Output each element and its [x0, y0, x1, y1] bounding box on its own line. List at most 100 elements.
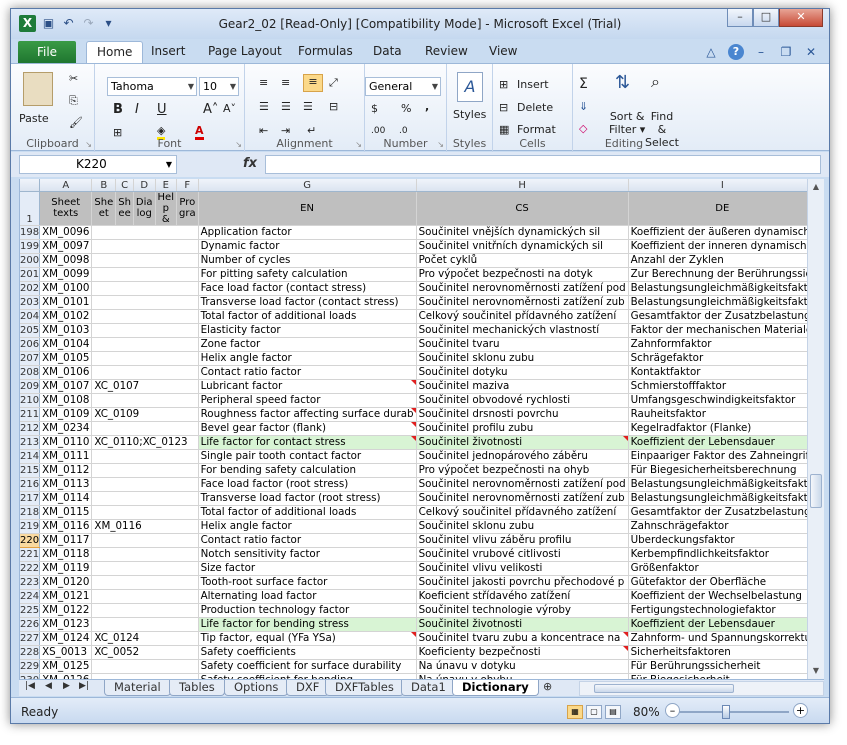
cell-en[interactable]: Helix angle factor	[198, 519, 417, 534]
cell-de[interactable]: Belastungsungleichmäßigkeitsfakto	[628, 491, 807, 506]
comment-indicator-icon[interactable]	[622, 645, 628, 651]
cell-cs[interactable]: Součinitel vrubové citlivosti	[416, 547, 629, 562]
sheet-tab-material[interactable]: Material	[104, 680, 171, 696]
cell-de[interactable]: Koeffizient der inneren dynamische	[628, 239, 807, 254]
cell-cs[interactable]: Součinitel životnosti	[416, 617, 629, 632]
cell-cs[interactable]: Součinitel mechanických vlastností	[416, 323, 629, 338]
cell-en[interactable]: Transverse load factor (root stress)	[198, 491, 417, 506]
tab-data[interactable]: Data	[373, 44, 402, 58]
cell-sheet-ref[interactable]	[91, 253, 199, 268]
cell-de[interactable]: Für Biegesicherheitsberechnung	[628, 463, 807, 478]
cell-sheet-ref[interactable]	[91, 323, 199, 338]
row-header[interactable]: 225	[20, 603, 41, 618]
tab-home[interactable]: Home	[86, 41, 144, 64]
align-bottom-icon[interactable]: ≡	[303, 74, 323, 92]
cell-cs[interactable]: Součinitel vnitřních dynamických sil	[416, 239, 629, 254]
zoom-slider-knob[interactable]	[722, 705, 730, 719]
autosum-icon[interactable]: Σ	[579, 76, 588, 92]
comment-indicator-icon[interactable]	[410, 631, 416, 637]
cell-cs[interactable]: Součinitel sklonu zubu	[416, 351, 629, 366]
cell-sheet-text-id[interactable]: XM_0110	[39, 435, 93, 450]
cell-cs[interactable]: Celkový součinitel přídavného zatížení	[416, 505, 629, 520]
cell-de[interactable]: Umfangsgeschwindigkeitsfaktor	[628, 393, 807, 408]
header-cell-d[interactable]: Dia log	[133, 191, 156, 226]
header-cell-en[interactable]: EN	[198, 191, 417, 226]
cell-de[interactable]: Zahnform- und Spannungskorrektu	[628, 631, 807, 646]
cell-cs[interactable]: Počet cyklů	[416, 253, 629, 268]
minimize-button[interactable]: –	[727, 9, 753, 27]
cell-en[interactable]: Production technology factor	[198, 603, 417, 618]
row-header[interactable]: 205	[20, 323, 41, 338]
underline-button[interactable]: U	[157, 102, 167, 117]
paste-icon[interactable]	[23, 72, 53, 106]
align-top-icon[interactable]: ≡	[259, 76, 268, 89]
cell-de[interactable]: Belastungsungleichmäßigkeitsfakto	[628, 295, 807, 310]
cell-sheet-ref[interactable]	[91, 463, 199, 478]
col-header-e[interactable]: E	[155, 179, 177, 192]
header-cell-c[interactable]: Sh ee	[115, 191, 134, 226]
cell-sheet-ref[interactable]	[91, 337, 199, 352]
cell-sheet-ref[interactable]: XM_0116	[91, 519, 199, 534]
cell-sheet-text-id[interactable]: XM_0101	[39, 295, 93, 310]
header-cell-f[interactable]: Pro gra	[176, 191, 199, 226]
row-header[interactable]: 224	[20, 589, 41, 604]
header-cell-de[interactable]: DE	[628, 191, 807, 226]
styles-icon[interactable]: A	[457, 72, 483, 102]
cell-sheet-text-id[interactable]: XM_0114	[39, 491, 93, 506]
cell-sheet-text-id[interactable]: XM_0121	[39, 589, 93, 604]
cell-de[interactable]: Einpaariger Faktor des Zahneingrif	[628, 449, 807, 464]
first-sheet-icon[interactable]: |◀	[25, 681, 35, 691]
col-header-b[interactable]: B	[91, 179, 117, 192]
prev-sheet-icon[interactable]: ◀	[45, 681, 52, 691]
sheet-tab-dictionary[interactable]: Dictionary	[452, 680, 539, 696]
vertical-scrollbar[interactable]: ▲ ▼	[807, 179, 824, 679]
header-cell-b[interactable]: She et	[91, 191, 117, 226]
workbook-restore-icon[interactable]: ❐	[778, 44, 794, 60]
zoom-level[interactable]: 80%	[633, 705, 660, 719]
bold-button[interactable]: B	[113, 102, 123, 117]
scroll-up-icon[interactable]: ▲	[808, 179, 824, 195]
merge-center-icon[interactable]: ⊟	[329, 100, 338, 113]
cell-sheet-text-id[interactable]: XM_0109	[39, 407, 93, 422]
tab-view[interactable]: View	[489, 44, 517, 58]
minimize-ribbon-icon[interactable]: △	[703, 44, 719, 60]
align-right-icon[interactable]: ☰	[303, 100, 313, 113]
cell-cs[interactable]: Součinitel vlivu velikosti	[416, 561, 629, 576]
cell-sheet-ref[interactable]	[91, 351, 199, 366]
cell-en[interactable]: Transverse load factor (contact stress)	[198, 295, 417, 310]
close-button[interactable]: ✕	[779, 9, 823, 27]
header-cell-e[interactable]: Hel p &	[155, 191, 177, 226]
row-header[interactable]: 209	[20, 379, 41, 394]
row-header[interactable]: 220	[20, 533, 41, 548]
worksheet-grid[interactable]: A B C D E F G H I 1 Sheet texts She et S…	[19, 179, 807, 679]
cell-sheet-text-id[interactable]: XM_0113	[39, 477, 93, 492]
name-box[interactable]: K220 ▼	[19, 155, 177, 174]
cell-sheet-ref[interactable]	[91, 393, 199, 408]
col-header-d[interactable]: D	[133, 179, 156, 192]
cell-sheet-text-id[interactable]: XM_0100	[39, 281, 93, 296]
cell-sheet-text-id[interactable]: XM_0115	[39, 505, 93, 520]
cell-en[interactable]: Bevel gear factor (flank)	[198, 421, 417, 436]
cell-en[interactable]: Helix angle factor	[198, 351, 417, 366]
cell-sheet-ref[interactable]: XC_0052	[91, 645, 199, 660]
cell-en[interactable]: Roughness factor affecting surface durab	[198, 407, 417, 422]
normal-view-icon[interactable]: ▦	[567, 705, 583, 719]
cell-cs[interactable]: Součinitel technologie výroby	[416, 603, 629, 618]
delete-cells-button[interactable]: Delete	[517, 101, 553, 114]
cell-de[interactable]: Größenfaktor	[628, 561, 807, 576]
row-header[interactable]: 213	[20, 435, 41, 450]
row-header[interactable]: 198	[20, 225, 41, 240]
cell-de[interactable]: Koeffizient der Wechselbelastung	[628, 589, 807, 604]
cell-de[interactable]: Anzahl der Zyklen	[628, 253, 807, 268]
cell-sheet-ref[interactable]	[91, 547, 199, 562]
cell-sheet-text-id[interactable]: XM_0112	[39, 463, 93, 478]
cell-sheet-text-id[interactable]: XM_0108	[39, 393, 93, 408]
cell-en[interactable]: Dynamic factor	[198, 239, 417, 254]
cell-en[interactable]: Tooth-root surface factor	[198, 575, 417, 590]
cell-sheet-text-id[interactable]: XM_0120	[39, 575, 93, 590]
cell-sheet-text-id[interactable]: XM_0105	[39, 351, 93, 366]
cell-sheet-ref[interactable]	[91, 267, 199, 282]
zoom-slider[interactable]	[679, 711, 789, 713]
col-header-c[interactable]: C	[115, 179, 134, 192]
cell-cs[interactable]: Součinitel tvaru	[416, 337, 629, 352]
